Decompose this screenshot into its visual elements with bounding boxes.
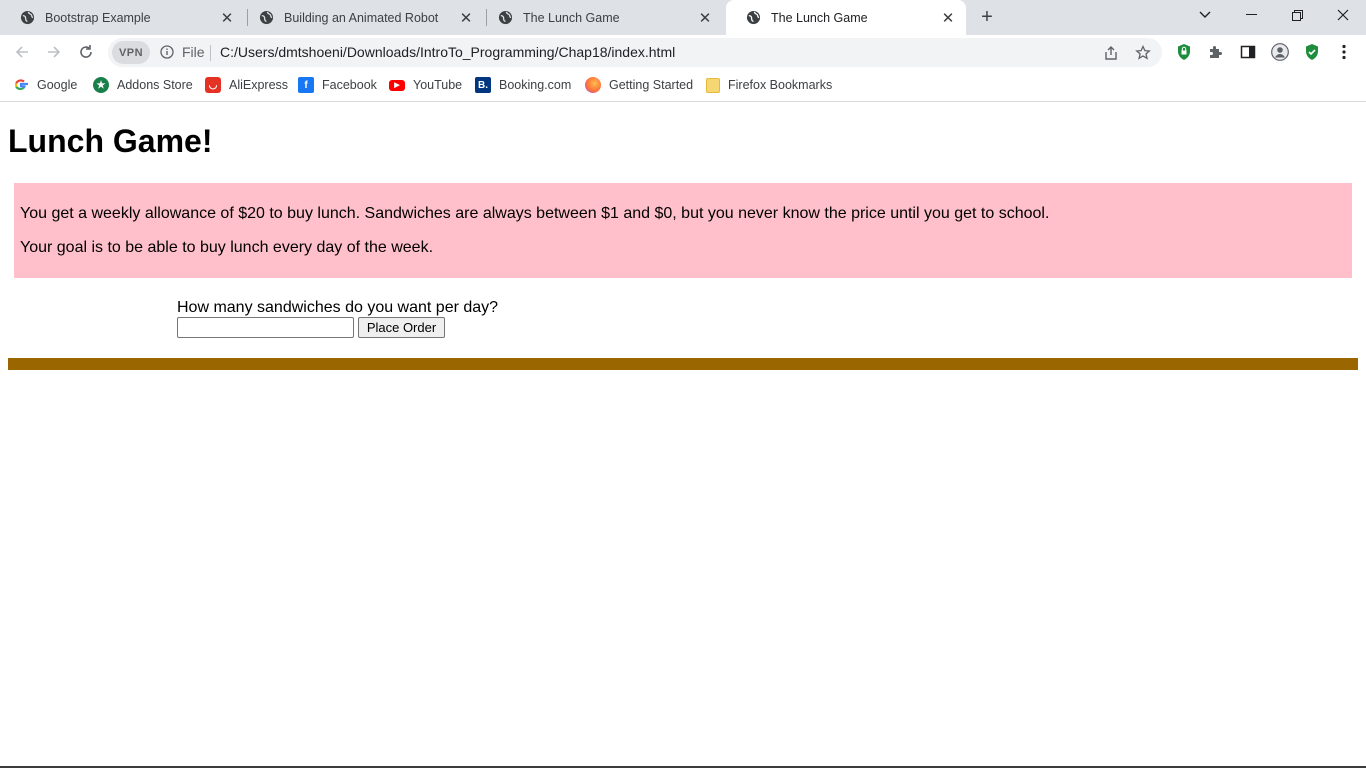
google-icon <box>13 77 29 93</box>
vpn-button[interactable]: VPN <box>112 41 150 64</box>
close-icon <box>1337 9 1349 21</box>
globe-icon <box>498 10 513 25</box>
arrow-right-icon <box>48 46 61 58</box>
tab-title: The Lunch Game <box>523 10 620 25</box>
bookmark-booking[interactable]: B. Booking.com <box>475 76 571 94</box>
reload-icon <box>80 45 92 58</box>
facebook-icon: f <box>298 77 314 93</box>
firefox-icon <box>585 77 601 93</box>
tab-search-button[interactable] <box>1182 0 1228 30</box>
intro-text: You get a weekly allowance of $20 to buy… <box>20 205 1050 222</box>
bookmark-label: YouTube <box>413 78 463 92</box>
restore-icon <box>1291 9 1303 21</box>
menu-button[interactable] <box>1331 39 1357 65</box>
sandwich-question-label: How many sandwiches do you want per day? <box>177 299 499 316</box>
security-extension-button[interactable] <box>1299 39 1325 65</box>
bookmark-youtube[interactable]: ▶ YouTube <box>389 76 462 94</box>
url-scheme: File <box>182 44 205 60</box>
url-text[interactable]: C:/Users/dmtshoeni/Downloads/IntroTo_Pro… <box>220 44 675 60</box>
bookmark-label: Addons Store <box>117 78 193 92</box>
bookmark-label: Firefox Bookmarks <box>728 78 833 92</box>
vpn-label: VPN <box>118 46 144 59</box>
side-panel-icon <box>1240 45 1256 59</box>
page-title: Lunch Game! <box>8 123 213 159</box>
close-icon[interactable]: ✕ <box>940 10 956 27</box>
star-icon <box>1135 45 1151 60</box>
avatar-icon <box>1271 43 1289 61</box>
tab-the-lunch-game-active[interactable]: The Lunch Game ✕ <box>726 0 966 35</box>
tab-building-animated-robot[interactable]: Building an Animated Robot ✕ <box>239 0 484 35</box>
close-icon[interactable]: ✕ <box>219 10 235 27</box>
bookmark-label: AliExpress <box>229 78 289 92</box>
aliexpress-icon: ◡ <box>205 77 221 93</box>
close-window-button[interactable] <box>1320 0 1366 30</box>
tab-the-lunch-game[interactable]: The Lunch Game ✕ <box>478 0 723 35</box>
minimize-icon <box>1245 14 1257 15</box>
bookmark-addons-store[interactable]: ★ Addons Store <box>93 76 193 94</box>
close-icon[interactable]: ✕ <box>697 10 713 27</box>
new-tab-button[interactable]: + <box>976 6 998 28</box>
place-order-button[interactable]: Place Order <box>358 317 445 338</box>
intro-panel: You get a weekly allowance of $20 to buy… <box>14 183 1352 278</box>
profile-button[interactable] <box>1267 39 1293 65</box>
arrow-left-icon <box>15 46 28 58</box>
bookmark-aliexpress[interactable]: ◡ AliExpress <box>205 76 288 94</box>
browser-toolbar: VPN File C:/Users/dmtshoeni/Downloads/In… <box>0 35 1366 69</box>
side-panel-button[interactable] <box>1235 39 1261 65</box>
tab-title: Bootstrap Example <box>45 10 151 25</box>
omnibox-separator <box>210 45 211 61</box>
bookmark-label: Facebook <box>322 78 377 92</box>
folder-icon <box>706 77 720 93</box>
tab-title: Building an Animated Robot <box>284 10 439 25</box>
addons-store-icon: ★ <box>93 77 109 93</box>
chevron-down-icon <box>1199 11 1211 18</box>
tab-bootstrap-example[interactable]: Bootstrap Example ✕ <box>0 0 245 35</box>
puzzle-icon <box>1210 46 1222 58</box>
booking-icon: B. <box>475 77 491 93</box>
shield-icon <box>1178 44 1190 60</box>
share-icon <box>1105 46 1117 60</box>
forward-button[interactable] <box>41 39 67 65</box>
bookmark-facebook[interactable]: f Facebook <box>298 76 377 94</box>
globe-icon <box>20 10 35 25</box>
restore-button[interactable] <box>1274 0 1320 30</box>
bookmark-label: Getting Started <box>609 78 694 92</box>
shield-check-icon <box>1306 44 1318 60</box>
extensions-button[interactable] <box>1203 39 1229 65</box>
sandwich-count-input[interactable] <box>177 317 354 338</box>
bookmarks-bar: Google ★ Addons Store ◡ AliExpress f Fac… <box>0 69 1366 102</box>
reload-button[interactable] <box>73 39 99 65</box>
tab-strip: Bootstrap Example ✕ Building an Animated… <box>0 0 1366 35</box>
results-divider-bar <box>8 358 1358 370</box>
address-bar[interactable]: VPN File C:/Users/dmtshoeni/Downloads/In… <box>108 38 1162 67</box>
youtube-icon: ▶ <box>389 79 405 91</box>
minimize-button[interactable] <box>1228 0 1274 30</box>
shield-extension-button[interactable] <box>1171 39 1197 65</box>
bookmark-label: Booking.com <box>499 78 572 92</box>
bookmark-star-button[interactable] <box>1130 40 1156 66</box>
tab-title: The Lunch Game <box>771 10 868 25</box>
globe-icon <box>259 10 274 25</box>
share-button[interactable] <box>1098 40 1124 66</box>
bookmark-google[interactable]: Google <box>13 76 77 94</box>
bookmark-getting-started[interactable]: Getting Started <box>585 76 693 94</box>
page-content: Lunch Game! You get a weekly allowance o… <box>0 103 1366 768</box>
bookmark-firefox-bookmarks[interactable]: Firefox Bookmarks <box>706 76 832 94</box>
bookmark-label: Google <box>37 78 78 92</box>
globe-icon <box>746 10 761 25</box>
close-icon[interactable]: ✕ <box>458 10 474 27</box>
kebab-menu-icon <box>1342 44 1346 60</box>
info-icon[interactable] <box>160 45 174 59</box>
goal-text: Your goal is to be able to buy lunch eve… <box>20 239 434 256</box>
back-button[interactable] <box>9 39 35 65</box>
